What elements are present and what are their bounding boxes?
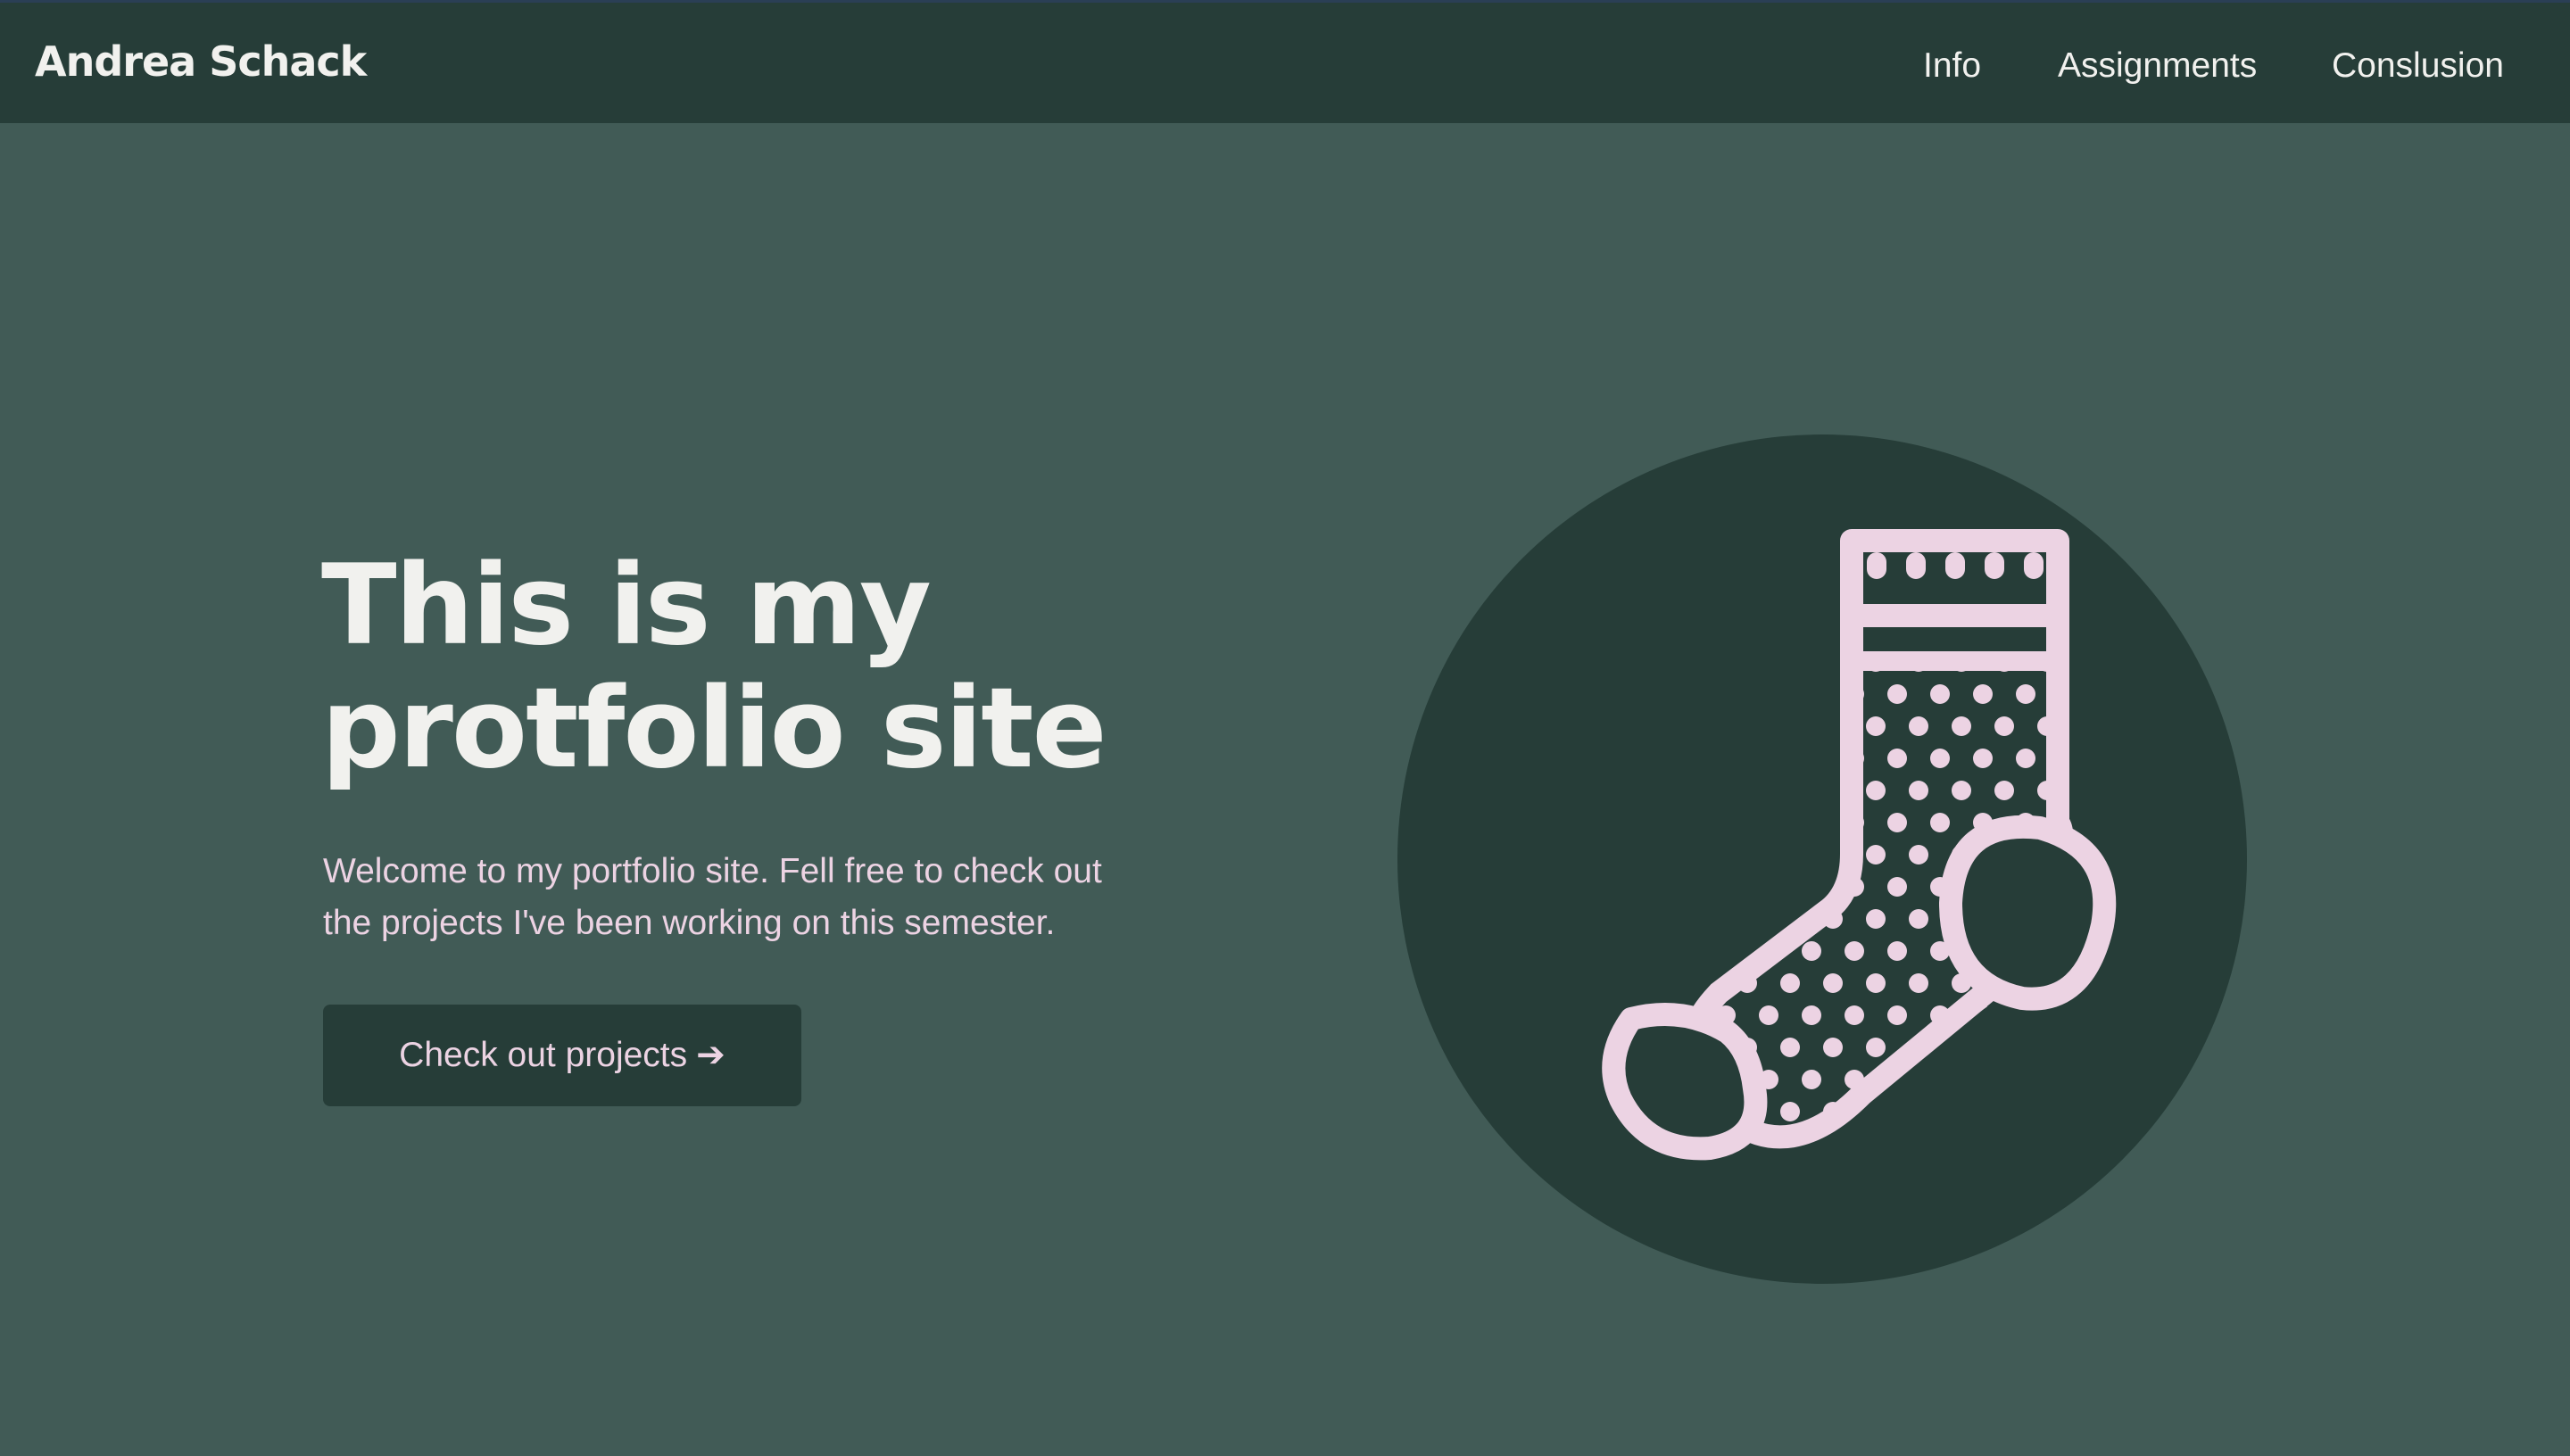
sock-dot — [2016, 684, 2035, 704]
sock-illustration — [1397, 434, 2247, 1284]
site-brand[interactable]: Andrea Schack — [35, 37, 367, 87]
check-out-projects-button[interactable]: Check out projects ➔ — [323, 1005, 801, 1106]
sock-dot — [2230, 1134, 2247, 1154]
sock-dot — [1909, 845, 1928, 864]
sock-dot — [2144, 1134, 2164, 1154]
sock-dot — [1845, 1005, 1864, 1025]
sock-dot — [1866, 781, 1886, 800]
sock-dot — [1802, 941, 1821, 961]
sock-dot — [1866, 845, 1886, 864]
sock-dot — [1823, 973, 1843, 993]
sock-dot — [1866, 716, 1886, 736]
sock-dot — [2209, 652, 2228, 672]
sock-dot — [1780, 1038, 1800, 1057]
sock-dot — [1759, 1005, 1778, 1025]
sock-dot — [1909, 716, 1928, 736]
cta-label: Check out projects — [399, 1036, 688, 1074]
sock-dot — [1780, 973, 1800, 993]
sock-dot — [1994, 716, 2014, 736]
sock-dot — [1909, 781, 1928, 800]
sock-dot — [2187, 1070, 2207, 1089]
sock-dot — [1866, 1038, 1886, 1057]
sock-dot — [1930, 749, 1950, 768]
sock-dot — [2209, 1038, 2228, 1057]
sock-dot — [1866, 909, 1886, 929]
sock-dot — [1887, 1005, 1907, 1025]
sock-dot — [1887, 749, 1907, 768]
sock-dot — [2187, 1134, 2207, 1154]
hero-intro-text: Welcome to my portfolio site. Fell free … — [323, 852, 1102, 942]
illustration-circle — [1397, 434, 2247, 1284]
hero-title: This is my protfolio site — [321, 542, 1107, 793]
sock-dot — [1780, 1102, 1800, 1121]
sock-dot — [1930, 684, 1950, 704]
sock-dot — [1845, 941, 1864, 961]
sock-dot — [1887, 941, 1907, 961]
sock-dot — [1909, 973, 1928, 993]
sock-dot — [1802, 1005, 1821, 1025]
sock-dot — [1973, 684, 1993, 704]
nav-link-conclusion[interactable]: Conslusion — [2332, 44, 2504, 88]
sock-dot — [1887, 877, 1907, 897]
sock-dot — [1887, 684, 1907, 704]
nav-link-info[interactable]: Info — [1923, 44, 1981, 88]
sock-dot — [2209, 1102, 2228, 1121]
sock-dot — [1952, 716, 1971, 736]
sock-dot — [2016, 749, 2035, 768]
arrow-right-icon: ➔ — [696, 1036, 725, 1074]
top-navigation-bar: Andrea Schack Info Assignments Conslusio… — [0, 0, 2570, 123]
sock-dot — [2230, 1070, 2247, 1089]
sock-dot — [1973, 749, 1993, 768]
sock-dot — [1909, 909, 1928, 929]
sock-dot — [1866, 973, 1886, 993]
sock-dot — [2230, 684, 2247, 704]
sock-dot — [1930, 813, 1950, 832]
sock-dot — [1802, 1070, 1821, 1089]
nav-link-assignments[interactable]: Assignments — [2058, 44, 2257, 88]
sock-dot — [1994, 781, 2014, 800]
sock-dot — [1823, 1038, 1843, 1057]
sock-dot — [1952, 781, 1971, 800]
sock-dot — [1887, 813, 1907, 832]
sock-dot — [2230, 1005, 2247, 1025]
